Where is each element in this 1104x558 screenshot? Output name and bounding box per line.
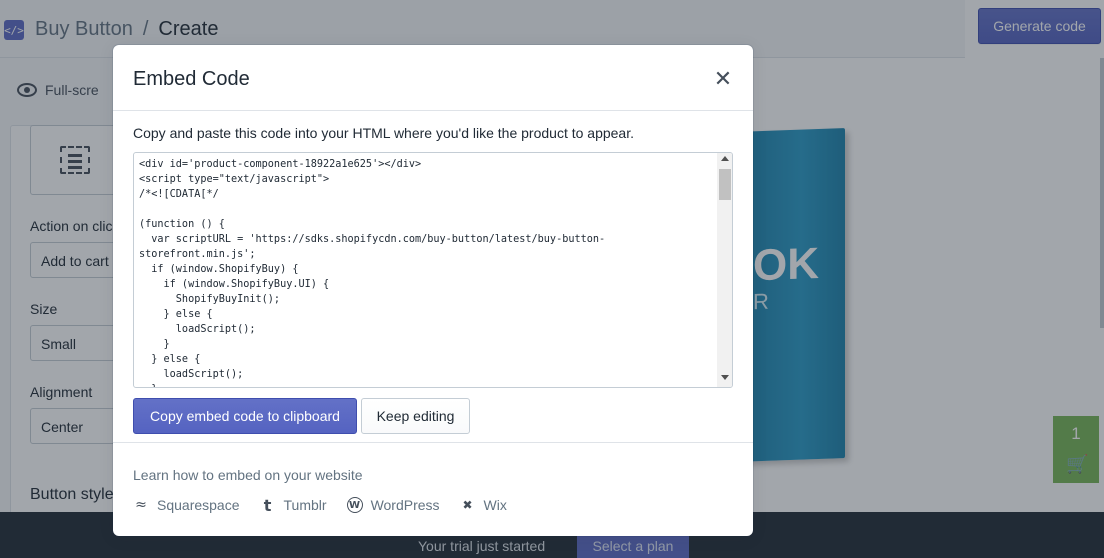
wix-icon: ✖ xyxy=(462,498,473,512)
platform-link-wix[interactable]: ✖ Wix xyxy=(460,497,507,513)
wordpress-icon: W xyxy=(346,497,363,513)
modal-description: Copy and paste this code into your HTML … xyxy=(133,125,634,141)
platform-link-wordpress[interactable]: W WordPress xyxy=(346,497,440,513)
close-icon[interactable]: ✕ xyxy=(711,67,735,91)
learn-embed-text: Learn how to embed on your website xyxy=(133,467,363,483)
code-scrollbar[interactable] xyxy=(717,153,732,387)
embed-code-text[interactable]: <div id='product-component-18922a1e625'>… xyxy=(139,157,714,387)
platform-label: WordPress xyxy=(370,497,440,513)
scroll-up-arrow-icon[interactable] xyxy=(721,156,729,161)
scroll-thumb[interactable] xyxy=(719,169,731,200)
modal-footer xyxy=(113,442,753,536)
platform-label: Tumblr xyxy=(283,497,327,513)
tumblr-icon: t xyxy=(263,495,272,515)
platform-link-squarespace[interactable]: ≈ Squarespace xyxy=(133,497,240,513)
copy-embed-code-button[interactable]: Copy embed code to clipboard xyxy=(133,398,357,434)
scroll-down-arrow-icon[interactable] xyxy=(721,375,729,380)
embed-code-modal: Embed Code ✕ Copy and paste this code in… xyxy=(113,45,753,536)
keep-editing-button[interactable]: Keep editing xyxy=(361,398,470,434)
modal-title: Embed Code xyxy=(133,68,250,90)
embed-code-textarea[interactable]: <div id='product-component-18922a1e625'>… xyxy=(133,152,733,388)
squarespace-icon: ≈ xyxy=(135,497,147,513)
platform-label: Wix xyxy=(483,497,507,513)
platform-links: ≈ Squarespace t Tumblr W WordPress ✖ Wix xyxy=(133,495,527,515)
platform-link-tumblr[interactable]: t Tumblr xyxy=(260,495,327,515)
platform-label: Squarespace xyxy=(157,497,240,513)
